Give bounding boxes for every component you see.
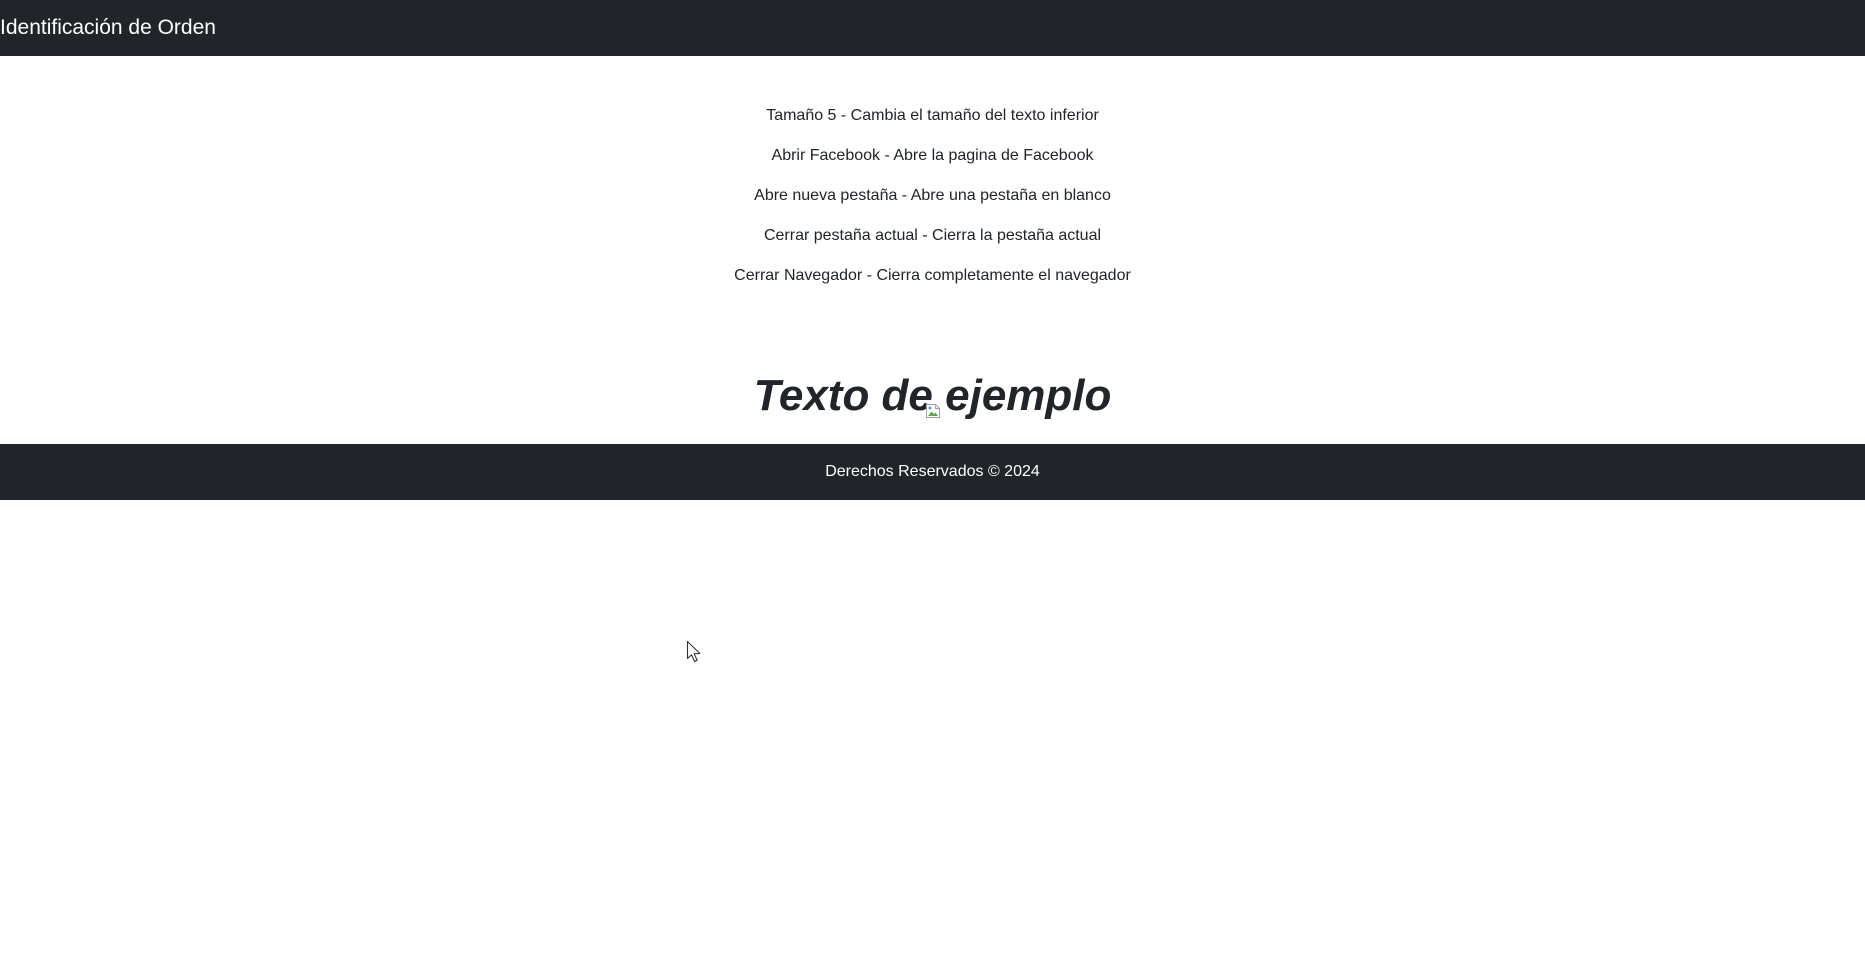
command-item: Cerrar pestaña actual - Cierra la pestañ… [763,227,1102,244]
page-footer: Derechos Reservados © 2024 [0,444,1865,500]
broken-image-icon [925,403,941,419]
top-navbar: Identificación de Orden [0,0,1865,56]
command-item: Abrir Facebook - Abre la pagina de Faceb… [771,147,1094,164]
command-item: Cerrar Navegador - Cierra completamente … [734,267,1131,284]
mouse-pointer-icon [686,640,704,664]
copyright-text: Derechos Reservados © 2024 [825,463,1040,480]
command-list: Tamaño 5 - Cambia el tamaño del texto in… [0,104,1865,304]
navbar-brand[interactable]: Identificación de Orden [0,16,216,40]
command-item: Abre nueva pestaña - Abre una pestaña en… [754,187,1111,204]
command-item: Tamaño 5 - Cambia el tamaño del texto in… [766,107,1099,124]
